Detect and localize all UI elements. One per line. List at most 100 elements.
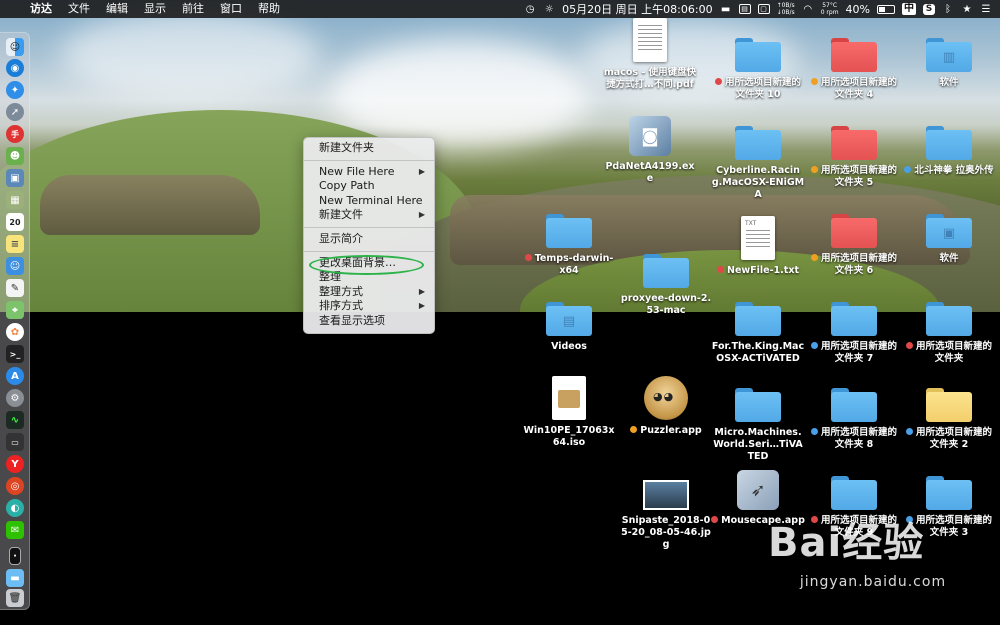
desktop-icon-image bbox=[734, 28, 782, 72]
dock-contacts-icon[interactable]: ☺ bbox=[6, 257, 24, 275]
dock-textedit-icon[interactable]: ✎ bbox=[6, 279, 24, 297]
dock-folder-icon[interactable]: ▬ bbox=[6, 569, 24, 587]
dock-finder-icon[interactable]: ☺ bbox=[6, 38, 24, 56]
menu-view[interactable]: 显示 bbox=[136, 0, 174, 18]
network-speed[interactable]: ↑0B/s ↓0B/s bbox=[777, 2, 795, 16]
menu-item-sort-by[interactable]: 排序方式 ▶ bbox=[304, 299, 434, 314]
input-method-indicator[interactable]: 中 bbox=[902, 3, 916, 15]
desktop-icon[interactable]: 用所选项目新建的文件夹 10 bbox=[711, 28, 805, 101]
desktop-icon[interactable]: 用所选项目新建的文件夹 6 bbox=[807, 204, 901, 277]
bluetooth-icon[interactable]: ᛒ bbox=[942, 4, 954, 15]
menu-window[interactable]: 窗口 bbox=[212, 0, 250, 18]
menu-item-copy-path[interactable]: Copy Path bbox=[304, 179, 434, 194]
dock-appstore-icon[interactable]: A bbox=[6, 367, 24, 385]
desktop-icon[interactable]: ➶ Mousecape.app bbox=[711, 466, 805, 527]
dock-launchpad-icon[interactable]: ➚ bbox=[6, 103, 24, 121]
time-machine-icon[interactable]: ◷ bbox=[524, 4, 536, 15]
dock-system-preferences-icon[interactable]: ⚙ bbox=[6, 389, 24, 407]
desktop-icon[interactable]: ◙ PdaNetA4199.exe bbox=[603, 112, 697, 185]
dock-android-icon[interactable]: ☻ bbox=[6, 147, 24, 165]
cpu-temperature[interactable]: 57°C 0 rpm bbox=[821, 2, 839, 16]
color-tag-icon bbox=[810, 428, 818, 435]
folder-icon bbox=[831, 476, 877, 510]
menu-item-new-file-here[interactable]: New File Here ▶ bbox=[304, 165, 434, 180]
desktop-icon[interactable]: Snipaste_2018-05-20_08-05-46.jpg bbox=[619, 466, 713, 551]
dock-app-red-icon[interactable]: 手 bbox=[6, 125, 24, 143]
menu-item-show-view-options[interactable]: 查看显示选项 bbox=[304, 314, 434, 329]
desktop-icon-label: 软件 bbox=[939, 253, 959, 264]
dock-photos-icon[interactable]: ✿ bbox=[6, 323, 24, 341]
desktop-icon-image bbox=[642, 376, 690, 420]
desktop-icon[interactable]: 用所选项目新建的文件夹 2 bbox=[902, 378, 996, 451]
dock-preview-icon[interactable]: ▣ bbox=[6, 169, 24, 187]
window-icon[interactable]: ▢ bbox=[757, 4, 770, 14]
menu-item-get-info[interactable]: 显示简介 bbox=[304, 232, 434, 247]
battery-percent[interactable]: 40% bbox=[846, 3, 870, 16]
wifi-icon[interactable]: ◠ bbox=[802, 4, 814, 15]
dock-terminal-icon[interactable]: >_ bbox=[6, 345, 24, 363]
desktop-icon[interactable]: ▥ 软件 bbox=[902, 28, 996, 89]
folder-icon bbox=[735, 38, 781, 72]
dock-wechat-icon[interactable]: ✉ bbox=[6, 521, 24, 539]
desktop-icon-image bbox=[925, 466, 973, 510]
brightness-icon[interactable]: ☼ bbox=[543, 4, 555, 15]
dock-notes-icon[interactable]: ≡ bbox=[6, 235, 24, 253]
desktop-icon[interactable]: 用所选项目新建的文件夹 4 bbox=[807, 28, 901, 101]
notification-list-icon[interactable]: ☰ bbox=[980, 4, 992, 15]
screen-record-icon[interactable]: ▬ bbox=[720, 4, 732, 15]
desktop-icon[interactable]: ▤ Videos bbox=[522, 292, 616, 353]
battery-icon[interactable] bbox=[877, 4, 895, 14]
desktop-icon[interactable]: Win10PE_17063x64.iso bbox=[522, 376, 616, 449]
snipaste-icon[interactable]: S bbox=[923, 3, 935, 15]
favorites-star-icon[interactable]: ★ bbox=[961, 4, 973, 15]
folder-icon bbox=[926, 126, 972, 160]
menu-go[interactable]: 前往 bbox=[174, 0, 212, 18]
dock-maps-icon[interactable]: ⌖ bbox=[6, 301, 24, 319]
desktop-icon[interactable]: Puzzler.app bbox=[619, 376, 713, 437]
menu-finder[interactable]: 访达 bbox=[22, 0, 60, 18]
desktop-icon-label: Cyberline.Racing.MacOSX-ENiGMA bbox=[711, 165, 805, 200]
desktop-icon[interactable]: For.The.King.MacOSX-ACTiVATED bbox=[711, 292, 805, 365]
color-tag-icon bbox=[810, 342, 818, 349]
desktop-icon[interactable]: 北斗神拳 拉奥外传 bbox=[902, 116, 996, 177]
desktop-icon[interactable]: TXT NewFile-1.txt bbox=[711, 216, 805, 277]
dock-trash-icon[interactable]: 🗑 bbox=[6, 589, 24, 607]
dock-photo-icon[interactable]: ▦ bbox=[6, 191, 24, 209]
dock-app-teal-icon[interactable]: ◐ bbox=[6, 499, 24, 517]
dock: ☺ ◉ ✦ ➚ 手 ☻ ▣ ▦ 20 ≡ ☺ ✎ ⌖ ✿ >_ A ⚙ ∿ ▭ … bbox=[0, 32, 30, 610]
desktop-icon[interactable]: Temps-darwin-x64 bbox=[522, 204, 616, 277]
menubar-clock[interactable]: 05月20日 周日 上午08:06:00 bbox=[562, 1, 712, 17]
menu-item-new-file[interactable]: 新建文件 ▶ bbox=[304, 208, 434, 223]
desktop-icon[interactable]: Cyberline.Racing.MacOSX-ENiGMA bbox=[711, 116, 805, 201]
desktop-icon[interactable]: proxyee-down-2.53-mac bbox=[619, 244, 713, 317]
desktop-icon[interactable]: 用所选项目新建的文件夹 5 bbox=[807, 116, 901, 189]
dock-safari-icon[interactable]: ✦ bbox=[6, 81, 24, 99]
desktop-icon[interactable]: 用所选项目新建的文件夹 bbox=[902, 292, 996, 365]
dock-activity-monitor-icon[interactable]: ∿ bbox=[6, 411, 24, 429]
menu-item-clean-up-by[interactable]: 整理方式 ▶ bbox=[304, 285, 434, 300]
clipboard-icon[interactable]: ▤ bbox=[738, 4, 751, 14]
menu-edit[interactable]: 编辑 bbox=[98, 0, 136, 18]
desktop-icon-label: Snipaste_2018-05-20_08-05-46.jpg bbox=[621, 515, 711, 550]
dock-yandex-icon[interactable]: Y bbox=[6, 455, 24, 473]
dock-siri-icon[interactable]: ◉ bbox=[6, 59, 24, 77]
folder-icon bbox=[643, 254, 689, 288]
desktop-icon-label: Micro.Machines.World.Seri…TiVATED bbox=[713, 427, 803, 462]
dock-iphone-icon[interactable]: · bbox=[9, 547, 21, 565]
desktop-icon-label: 用所选项目新建的文件夹 6 bbox=[807, 253, 901, 277]
menu-item-new-terminal-here[interactable]: New Terminal Here bbox=[304, 194, 434, 209]
desktop-icon[interactable]: macos - 使用键盘快捷方式打…不同.pdf bbox=[603, 18, 697, 91]
desktop-icon[interactable]: ▣ 软件 bbox=[902, 204, 996, 265]
desktop-icon-label: 用所选项目新建的文件夹 5 bbox=[807, 165, 901, 189]
desktop-icon-image bbox=[734, 292, 782, 336]
menu-item-new-folder[interactable]: 新建文件夹 bbox=[304, 141, 434, 156]
watermark-brand: Bai经验 bbox=[768, 520, 925, 566]
menu-file[interactable]: 文件 bbox=[60, 0, 98, 18]
dock-console-icon[interactable]: ▭ bbox=[6, 433, 24, 451]
menu-help[interactable]: 帮助 bbox=[250, 0, 288, 18]
dock-calendar-icon[interactable]: 20 bbox=[6, 213, 24, 231]
desktop-icon[interactable]: Micro.Machines.World.Seri…TiVATED bbox=[711, 378, 805, 463]
desktop-icon[interactable]: 用所选项目新建的文件夹 8 bbox=[807, 378, 901, 451]
dock-netease-music-icon[interactable]: ◎ bbox=[6, 477, 24, 495]
desktop-icon[interactable]: 用所选项目新建的文件夹 7 bbox=[807, 292, 901, 365]
